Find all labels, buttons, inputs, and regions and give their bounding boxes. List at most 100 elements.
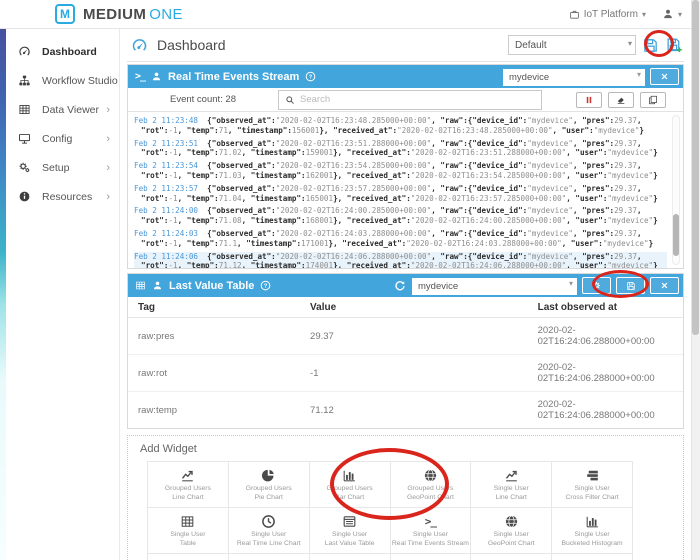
events-search-input[interactable] <box>300 94 541 105</box>
sidebar-item-label: Config <box>42 133 72 145</box>
gauge-icon <box>18 45 34 58</box>
lvt-save-button[interactable] <box>616 277 645 294</box>
widget-button-type-label: Line Chart <box>496 494 527 503</box>
widget-button-grouped-users-pie-chart[interactable]: Grouped UsersPie Chart <box>229 462 309 507</box>
widget-button-group-label: Single User <box>332 531 367 540</box>
table-row: raw:rot-12020-02-02T16:24:06.288000+00:0… <box>128 355 683 392</box>
widget-button-type-label: Real Time Line Chart <box>237 540 301 549</box>
chevron-right-icon: › <box>106 104 110 116</box>
widget-button-single-user-cross-filter-chart[interactable]: Single UserCross Filter Chart <box>552 462 632 507</box>
chevron-right-icon: › <box>106 162 110 174</box>
lvt-last-observed-cell: 2020-02-02T16:24:06.288000+00:00 <box>528 392 683 429</box>
widget-button-group-label: Grouped Users <box>165 485 211 494</box>
sidebar-item-label: Setup <box>42 162 69 174</box>
events-device-select[interactable]: ▾ <box>503 67 645 86</box>
lvt-settings-button[interactable] <box>582 277 611 294</box>
widget-button-type-label: GeoPoint Chart <box>407 494 454 503</box>
widget-button-group-label: Single User <box>494 531 529 540</box>
events-close-button[interactable] <box>650 68 679 85</box>
widget-button-single-user-last-value-table[interactable]: Single UserLast Value Table <box>310 508 390 553</box>
real-time-events-stream-widget: >_ Real Time Events Stream ? ▾ Event cou… <box>127 64 684 269</box>
sidebar-item-resources[interactable]: Resources› <box>0 182 119 211</box>
info-icon <box>18 190 34 203</box>
event-log-entry: Feb 2 11:23:51 {"observed_at":"2020-02-0… <box>134 139 667 159</box>
widget-button-group-label: Grouped Users <box>246 485 292 494</box>
events-search-box[interactable] <box>278 90 542 110</box>
platform-menu[interactable]: IoT Platform ▾ <box>569 9 646 20</box>
pause-stream-button[interactable] <box>576 92 602 108</box>
lvt-last-observed-cell: 2020-02-02T16:24:06.288000+00:00 <box>528 318 683 355</box>
medium-one-logo: M <box>55 4 75 24</box>
lvt-close-button[interactable] <box>650 277 679 294</box>
widget-button-single-user-bucketed-histogram[interactable]: Single UserBucketed Histogram <box>552 508 632 553</box>
widget-button-grouped-users-geopoint-chart[interactable]: Grouped UsersGeoPoint Chart <box>391 462 471 507</box>
save-dashboard-as-new-button[interactable] <box>665 37 684 54</box>
widget-button-single-user-geopoint-chart[interactable]: Single UserGeoPoint Chart <box>471 508 551 553</box>
lvt-column-header: Last observed at <box>528 297 683 318</box>
widget-button-single-user-string-input[interactable]: Single UserString Input <box>391 554 471 560</box>
last-value-table: TagValueLast observed at raw:pres29.3720… <box>128 297 683 428</box>
copy-stream-button[interactable] <box>640 92 666 108</box>
widget-button-single-user-real-time-line-chart[interactable]: Single UserReal Time Line Chart <box>229 508 309 553</box>
event-log-entry: Feb 2 11:23:54 {"observed_at":"2020-02-0… <box>134 161 667 181</box>
clear-stream-button[interactable] <box>608 92 634 108</box>
dashboard-preset-input[interactable] <box>508 35 636 55</box>
sidebar-item-setup[interactable]: Setup › <box>0 153 119 182</box>
bar-chart-icon <box>585 513 600 530</box>
widget-button-single-user-boolean-input[interactable]: Single UserBoolean Input <box>310 554 390 560</box>
lvt-value-cell: 29.37 <box>300 318 528 355</box>
sidebar-item-dashboard[interactable]: Dashboard <box>0 37 119 66</box>
sitemap-icon <box>18 74 34 87</box>
page-scrollbar[interactable] <box>691 0 700 560</box>
sidebar-item-label: Resources <box>42 191 92 203</box>
widget-button-single-user-line-chart[interactable]: Single UserLine Chart <box>471 462 551 507</box>
events-log-scrollbar-thumb[interactable] <box>673 214 679 256</box>
table-row: raw:pres29.372020-02-02T16:24:06.288000+… <box>128 318 683 355</box>
events-log: Feb 2 11:23:48 {"observed_at":"2020-02-0… <box>128 112 683 268</box>
widget-button-grouped-users-line-chart[interactable]: Grouped UsersLine Chart <box>148 462 228 507</box>
user-menu[interactable]: ▾ <box>662 8 682 20</box>
refresh-icon[interactable] <box>394 280 406 292</box>
widget-button-single-user-real-time-gauge[interactable]: Single UserReal Time Gauge <box>229 554 309 560</box>
dashboard-preset-select[interactable]: ▾ <box>508 35 636 56</box>
widget-button-group-label: Grouped Users <box>327 485 373 494</box>
brand-name: MEDIUMONE <box>83 6 183 23</box>
sidebar-item-workflow-studio[interactable]: Workflow Studio <box>0 66 119 95</box>
caret-down-icon: ▾ <box>628 39 632 48</box>
svg-text:?: ? <box>264 284 268 290</box>
caret-down-icon: ▾ <box>678 10 682 19</box>
widget-button-single-user-number-input[interactable]: x2Single UserNumber Input <box>471 554 551 560</box>
list-table-icon <box>342 513 357 530</box>
event-log-entry: Feb 2 11:24:06 {"observed_at":"2020-02-0… <box>134 252 667 268</box>
clock-icon <box>261 513 276 530</box>
widget-button-single-user-user-input[interactable]: Single UserUser Input <box>552 554 632 560</box>
lvt-device-select[interactable]: ▾ <box>412 276 577 295</box>
events-toolbar: Event count: 28 <box>128 88 683 112</box>
help-icon[interactable]: ? <box>260 280 271 291</box>
widget-button-group-label: Single User <box>251 531 286 540</box>
copy-icon <box>648 95 658 105</box>
events-device-input[interactable] <box>503 69 645 86</box>
main-content: Dashboard ▾ >_ Real Time Events Stream <box>120 29 700 560</box>
widget-button-single-user-scatter-chart[interactable]: Single UserScatter Chart <box>148 554 228 560</box>
table-icon <box>135 280 146 291</box>
widget-button-single-user-table[interactable]: Single UserTable <box>148 508 228 553</box>
help-icon[interactable]: ? <box>305 71 316 82</box>
sidebar: DashboardWorkflow StudioData Viewer›Conf… <box>0 29 120 560</box>
sidebar-item-config[interactable]: Config› <box>0 124 119 153</box>
widget-button-single-user-real-time-events-stream[interactable]: >_Single UserReal Time Events Stream <box>391 508 471 553</box>
top-bar: M MEDIUMONE IoT Platform ▾ ▾ <box>0 0 700 28</box>
brand-primary: MEDIUM <box>83 6 146 23</box>
event-log-entry: Feb 2 11:23:48 {"observed_at":"2020-02-0… <box>134 116 667 136</box>
add-widget-title: Add Widget <box>140 443 674 455</box>
close-icon <box>660 281 669 290</box>
save-dashboard-button[interactable] <box>641 37 660 54</box>
floppy-save-icon <box>642 37 659 54</box>
sidebar-item-data-viewer[interactable]: Data Viewer› <box>0 95 119 124</box>
briefcase-icon <box>569 9 580 20</box>
pause-icon <box>584 95 594 105</box>
lvt-device-input[interactable] <box>412 278 577 295</box>
page-scrollbar-thumb[interactable] <box>692 0 699 335</box>
widget-button-grouped-users-bar-chart[interactable]: Grouped UsersBar Chart <box>310 462 390 507</box>
cross-filter-icon <box>585 467 600 484</box>
